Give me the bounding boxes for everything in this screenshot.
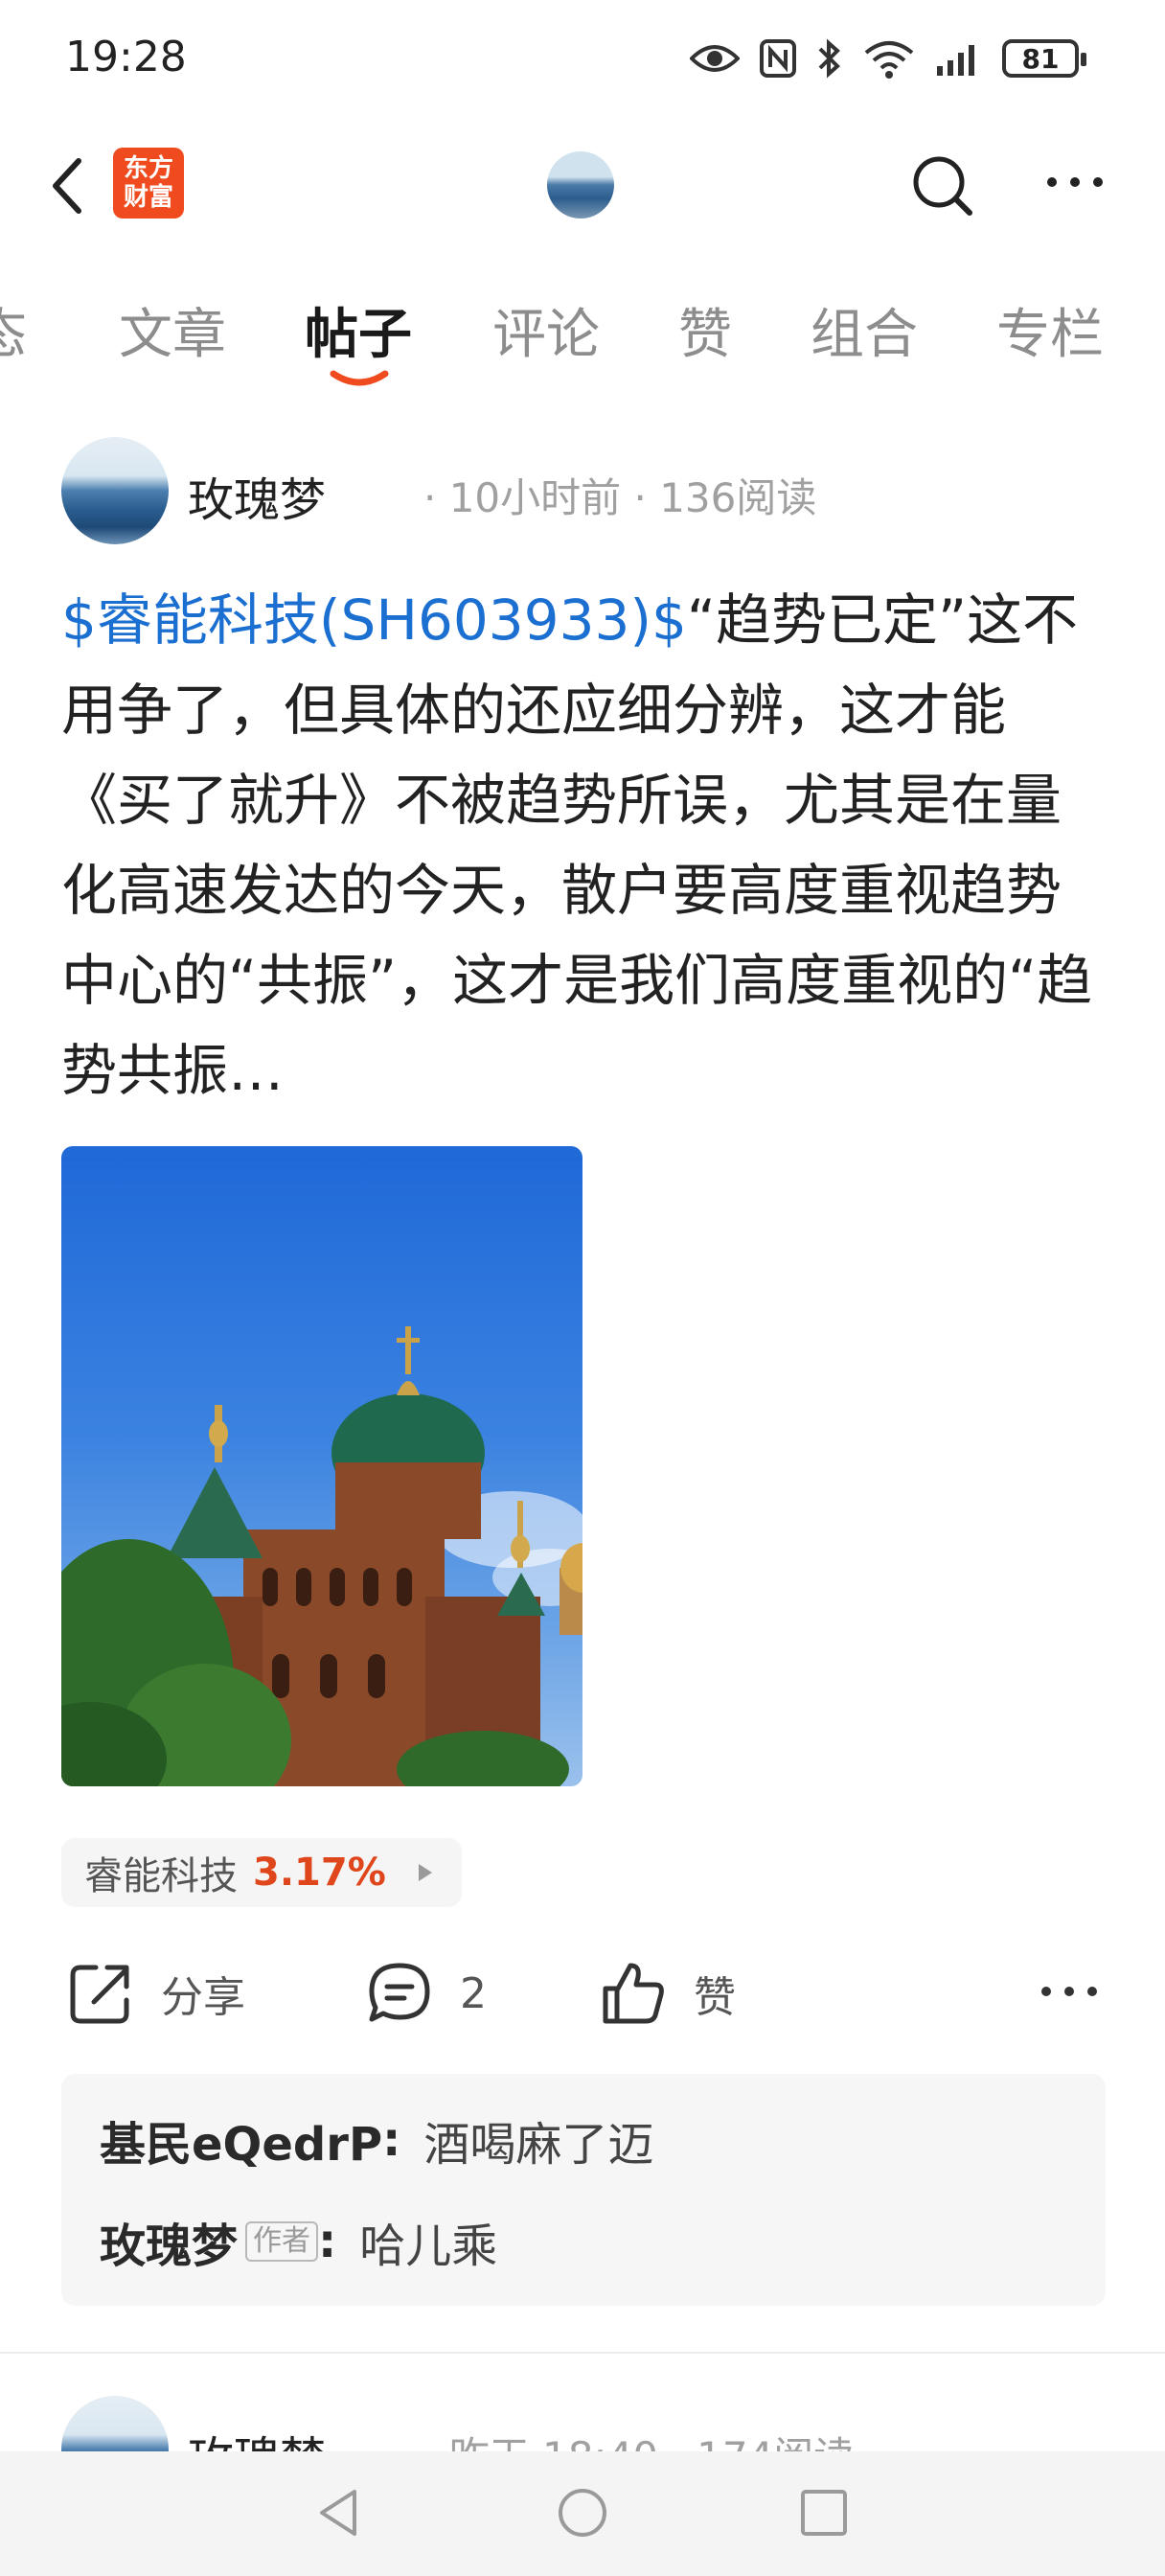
post-text[interactable]: $睿能科技(SH603933)$“趋势已定”这不用争了，但具体的还应细分辨，这才…	[61, 575, 1115, 1116]
stock-link[interactable]: $睿能科技(SH603933)$	[61, 587, 687, 653]
author-badge: 作者	[245, 2221, 319, 2262]
more-icon[interactable]	[1044, 163, 1106, 201]
tab-bar: 态 文章 帖子 评论 赞 组合 专栏	[0, 288, 1165, 393]
comment-item[interactable]: 玫瑰梦 作者 : 哈儿乘	[100, 2208, 497, 2275]
back-arrow-icon[interactable]	[42, 151, 100, 220]
share-button[interactable]: 分享	[65, 1955, 245, 2032]
comment-colon: :	[318, 2215, 337, 2268]
comment-preview[interactable]: 基民eQedrP : 酒喝麻了迈 玫瑰梦 作者 : 哈儿乘	[61, 2074, 1106, 2306]
share-label: 分享	[161, 1973, 245, 2022]
thumbs-up-icon	[603, 1963, 664, 2024]
top-nav: 东方 财富	[0, 134, 1165, 240]
share-icon	[70, 1965, 129, 2024]
nav-home-icon[interactable]	[556, 2486, 609, 2540]
more-options-icon[interactable]	[1039, 1972, 1100, 2011]
comment-icon	[369, 1963, 430, 2022]
stock-chip-change: 3.17%	[253, 1851, 386, 1895]
nav-recents-icon[interactable]	[799, 2488, 849, 2538]
like-label: 赞	[694, 1973, 736, 2022]
post-content: “趋势已定”这不用争了，但具体的还应细分辨，这才能《买了就升》不被趋势所误，尤其…	[61, 587, 1093, 1103]
nfc-icon	[760, 39, 796, 78]
chevron-right-icon	[418, 1864, 432, 1881]
author-avatar[interactable]	[61, 437, 169, 544]
system-nav-bar	[0, 2451, 1165, 2576]
comment-item[interactable]: 基民eQedrP : 酒喝麻了迈	[100, 2106, 653, 2174]
battery-indicator: 81	[1002, 39, 1086, 78]
comment-count: 2	[460, 1968, 487, 2018]
status-bar: 19:28 81	[0, 0, 1165, 115]
logo-text-bottom: 财富	[123, 183, 173, 212]
search-icon[interactable]	[904, 148, 981, 224]
author-name[interactable]: 玫瑰梦	[188, 462, 326, 529]
tab-posts[interactable]: 帖子	[305, 291, 412, 369]
post-image[interactable]	[61, 1146, 582, 1786]
tab-comments[interactable]: 评论	[492, 291, 600, 369]
status-icons: 81	[690, 33, 1086, 84]
eye-icon	[690, 45, 740, 72]
stock-chip[interactable]: 睿能科技 3.17%	[61, 1838, 462, 1907]
signal-icon	[937, 45, 974, 76]
tab-portfolio[interactable]: 组合	[811, 291, 918, 369]
tab-articles[interactable]: 文章	[119, 291, 226, 369]
post-actions: 分享 2 赞	[0, 1955, 1165, 2032]
wifi-icon	[864, 41, 914, 79]
active-tab-indicator	[330, 370, 389, 386]
like-button[interactable]: 赞	[598, 1955, 736, 2032]
app-logo[interactable]: 东方 财富	[113, 148, 184, 218]
status-time: 19:28	[65, 33, 187, 81]
comment-user[interactable]: 玫瑰梦	[100, 2208, 238, 2275]
comment-text: 哈儿乘	[359, 2220, 498, 2273]
church-photo	[61, 1326, 582, 1786]
user-avatar[interactable]	[547, 151, 614, 218]
stock-chip-name: 睿能科技	[84, 1854, 238, 1898]
comment-text: 酒喝麻了迈	[423, 2118, 654, 2172]
post-meta: · 10小时前 · 136阅读	[423, 474, 817, 521]
post-divider	[0, 2352, 1165, 2354]
bluetooth-icon	[818, 38, 840, 79]
logo-text-top: 东方	[123, 154, 173, 183]
tab-status[interactable]: 态	[0, 291, 27, 369]
comment-button[interactable]: 2	[364, 1955, 487, 2032]
post-header: 玫瑰梦 · 10小时前 · 136阅读	[61, 437, 1115, 544]
comment-colon: :	[382, 2113, 401, 2167]
tab-column[interactable]: 专栏	[996, 291, 1104, 369]
nav-back-icon[interactable]	[314, 2486, 362, 2540]
tab-likes[interactable]: 赞	[678, 291, 732, 369]
comment-user[interactable]: 基民eQedrP	[100, 2106, 382, 2174]
